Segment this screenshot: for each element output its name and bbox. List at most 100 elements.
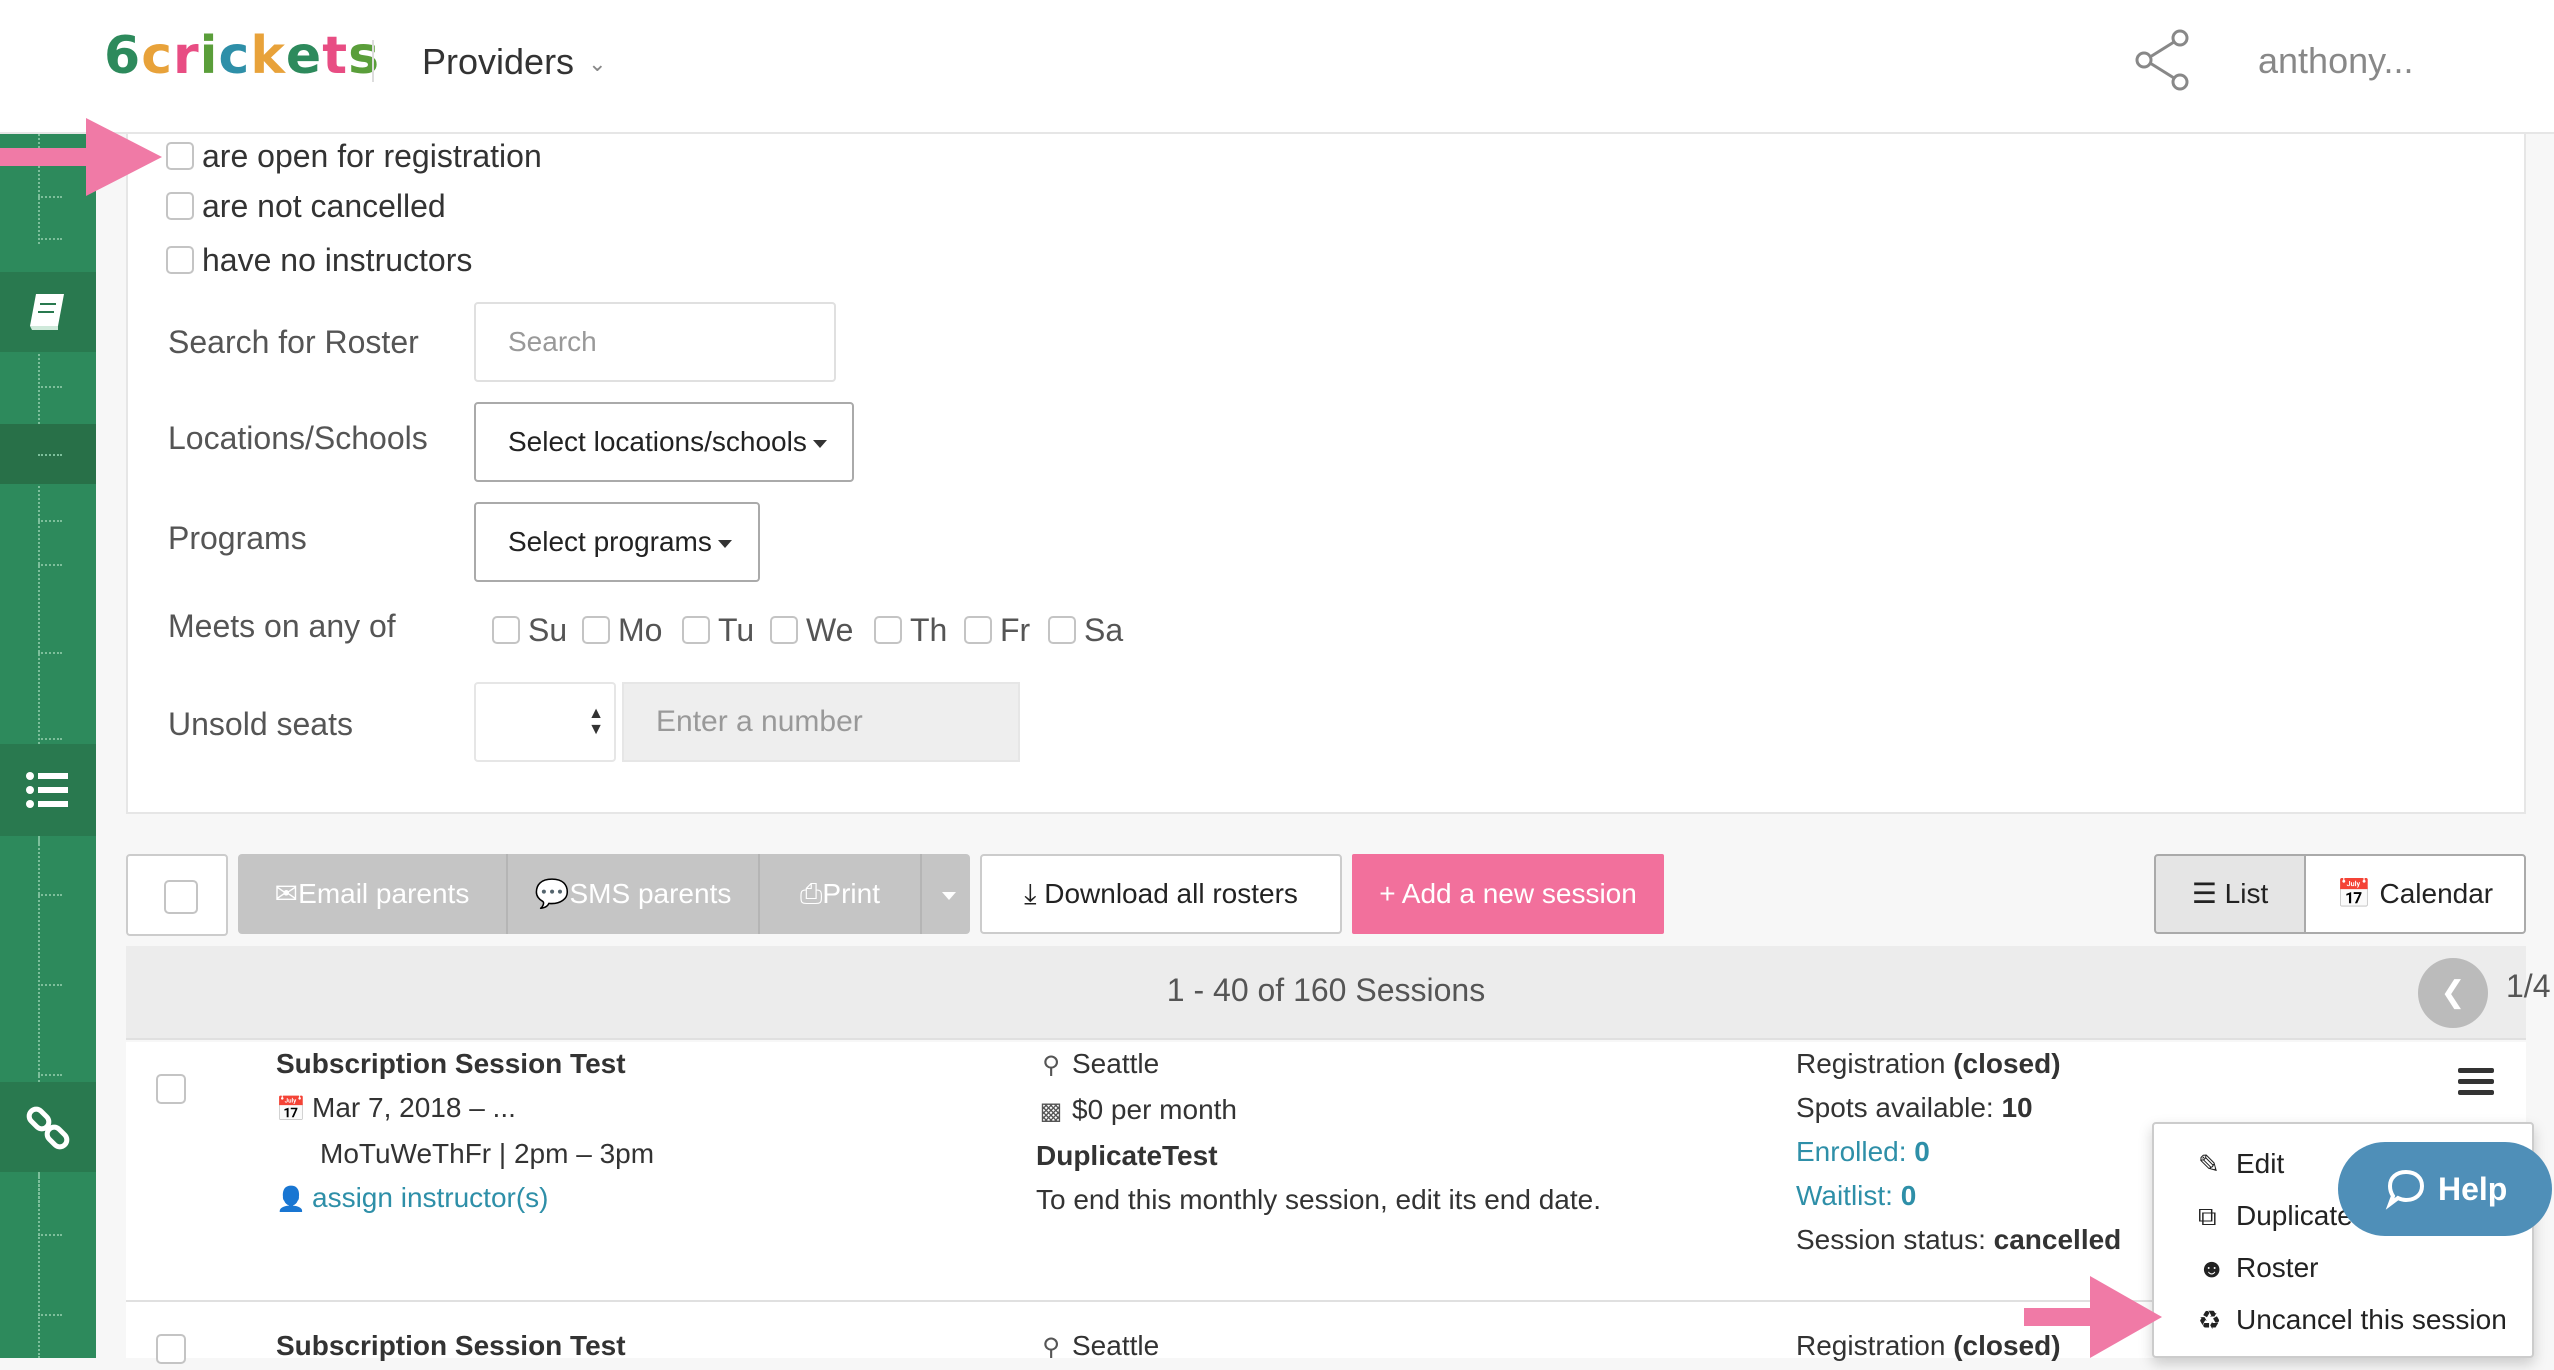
sessions-count: 1 - 40 of 160 Sessions — [1166, 972, 1486, 1008]
locations-dropdown-button[interactable]: Select locations/schools — [474, 402, 854, 482]
locations-label: Locations/Schools — [168, 420, 428, 456]
checkbox[interactable] — [874, 616, 902, 644]
assign-instructor: 👤 assign instructor(s) — [276, 1176, 654, 1222]
filter-open-registration[interactable]: are open for registration — [166, 136, 542, 176]
sms-parents-button[interactable]: 💬SMS parents — [506, 854, 758, 934]
sms-parents-label: SMS parents — [569, 878, 732, 909]
nav-divider — [372, 40, 374, 82]
share-icon[interactable] — [2132, 28, 2192, 92]
registration-status: Registration (closed) — [1796, 1330, 2061, 1361]
session-title[interactable]: Subscription Session Test — [276, 1042, 654, 1086]
help-button[interactable]: Help — [2338, 1142, 2552, 1236]
day-checkbox-sa[interactable]: Sa — [1048, 610, 1123, 650]
list-view-button[interactable]: ☰ List — [2154, 854, 2306, 934]
help-label: Help — [2438, 1171, 2508, 1207]
programs-dropdown-label: Select programs — [508, 526, 712, 557]
locations-dropdown-label: Select locations/schools — [508, 426, 807, 457]
day-checkbox-we[interactable]: We — [770, 610, 853, 650]
checkbox[interactable] — [964, 616, 992, 644]
filter-not-cancelled[interactable]: are not cancelled — [166, 186, 446, 226]
assign-instructor-link[interactable]: assign instructor(s) — [312, 1182, 549, 1213]
day-checkbox-fr[interactable]: Fr — [964, 610, 1030, 650]
print-button[interactable]: ⎙Print — [758, 854, 920, 934]
sidebar-tree-tick — [38, 1314, 62, 1316]
top-navbar: 6crickets Providers ⌄ anthony... — [0, 0, 2554, 134]
unsold-seats-operator-select[interactable]: ▲ ▼ — [474, 682, 616, 762]
filter-open-registration-label: are open for registration — [202, 137, 542, 174]
menu-item-uncancel[interactable]: ♻ Uncancel this session — [2198, 1304, 2507, 1336]
menu-item-duplicate[interactable]: ⧉ Duplicate — [2198, 1200, 2353, 1233]
email-parents-button[interactable]: ✉Email parents — [238, 854, 506, 934]
calendar-view-button[interactable]: 📅 Calendar — [2304, 854, 2526, 934]
day-checkbox-mo[interactable]: Mo — [582, 610, 662, 650]
waitlist-link[interactable]: Waitlist: 0 — [1796, 1174, 2121, 1218]
sidebar-item-list[interactable] — [0, 744, 96, 836]
day-checkbox-su[interactable]: Su — [492, 610, 567, 650]
select-all-checkbox[interactable] — [164, 880, 198, 914]
sidebar-item-programs[interactable] — [0, 272, 96, 352]
unsold-seats-label: Unsold seats — [168, 706, 353, 742]
session-title[interactable]: Subscription Session Test — [276, 1324, 626, 1368]
day-label: Sa — [1084, 611, 1124, 648]
previous-page-button[interactable]: ❮ — [2418, 958, 2488, 1028]
checkbox[interactable] — [1048, 616, 1076, 644]
row-checkbox[interactable] — [156, 1334, 186, 1364]
checkbox[interactable] — [492, 616, 520, 644]
sidebar-tree-tick — [38, 1074, 62, 1076]
caret-down-icon — [717, 539, 732, 548]
providers-dropdown[interactable]: Providers ⌄ — [422, 38, 607, 88]
sidebar-item-links[interactable] — [0, 1082, 96, 1172]
download-rosters-button[interactable]: ⤓ Download all rosters — [980, 854, 1342, 934]
sidebar-tree-tick — [38, 652, 62, 654]
sidebar-tree-tick — [38, 894, 62, 896]
day-label: Mo — [618, 611, 663, 648]
calendar-icon: 📅 — [2336, 878, 2372, 909]
day-checkbox-th[interactable]: Th — [874, 610, 947, 650]
search-input[interactable]: Search — [474, 302, 836, 382]
sidebar-item-sessions-active[interactable] — [0, 424, 96, 484]
caret-down-icon — [942, 891, 956, 900]
session-date: 📅 Mar 7, 2018 – ... — [276, 1086, 654, 1132]
day-label: Th — [910, 611, 948, 648]
checkbox[interactable] — [166, 142, 194, 170]
caret-down-icon — [812, 439, 827, 448]
sidebar-tree-tick — [38, 1234, 62, 1236]
chat-icon: 💬 — [534, 878, 570, 909]
menu-item-roster[interactable]: ☻ Roster — [2198, 1252, 2318, 1284]
checkbox[interactable] — [582, 616, 610, 644]
checkbox[interactable] — [682, 616, 710, 644]
checkbox[interactable] — [166, 192, 194, 220]
programs-dropdown-button[interactable]: Select programs — [474, 502, 760, 582]
print-label: Print — [822, 878, 880, 909]
session-registration-info: Registration (closed) — [1796, 1324, 2061, 1368]
hamburger-menu-icon[interactable] — [2458, 1068, 2494, 1096]
add-session-button[interactable]: + Add a new session — [1352, 854, 1664, 934]
row-checkbox[interactable] — [156, 1074, 186, 1104]
more-actions-dropdown[interactable] — [920, 854, 970, 934]
chat-bubble-icon — [2385, 1169, 2425, 1210]
logo[interactable]: 6crickets — [104, 26, 380, 86]
user-menu[interactable]: anthony... — [2258, 40, 2413, 82]
registration-status: Registration (closed) — [1796, 1048, 2061, 1079]
recycle-icon: ♻ — [2198, 1305, 2222, 1335]
select-all-wrapper[interactable] — [126, 854, 228, 936]
copy-icon: ⧉ — [2198, 1201, 2217, 1231]
session-location: ⚲ Seattle — [1036, 1324, 1159, 1370]
checkbox[interactable] — [770, 616, 798, 644]
session-schedule: MoTuWeThFr | 2pm – 3pm — [320, 1138, 655, 1169]
chevron-down-icon: ⌄ — [588, 51, 607, 77]
unsold-seats-number-input[interactable]: Enter a number — [622, 682, 1020, 762]
users-icon: ☻ — [2198, 1253, 2226, 1283]
providers-label: Providers — [422, 41, 575, 82]
checkbox[interactable] — [166, 246, 194, 274]
sidebar-tree-tick — [38, 520, 62, 522]
sidebar-tree-tick — [38, 984, 62, 986]
day-checkbox-tu[interactable]: Tu — [682, 610, 754, 650]
logo-char: t — [322, 26, 349, 86]
programs-label: Programs — [168, 520, 307, 556]
filter-no-instructors[interactable]: have no instructors — [166, 240, 472, 280]
sidebar-tree-tick — [38, 454, 62, 456]
enrolled-link[interactable]: Enrolled: 0 — [1796, 1130, 2121, 1174]
menu-item-edit[interactable]: ✎ Edit — [2198, 1148, 2284, 1180]
annotation-arrow-icon — [2024, 1276, 2162, 1358]
